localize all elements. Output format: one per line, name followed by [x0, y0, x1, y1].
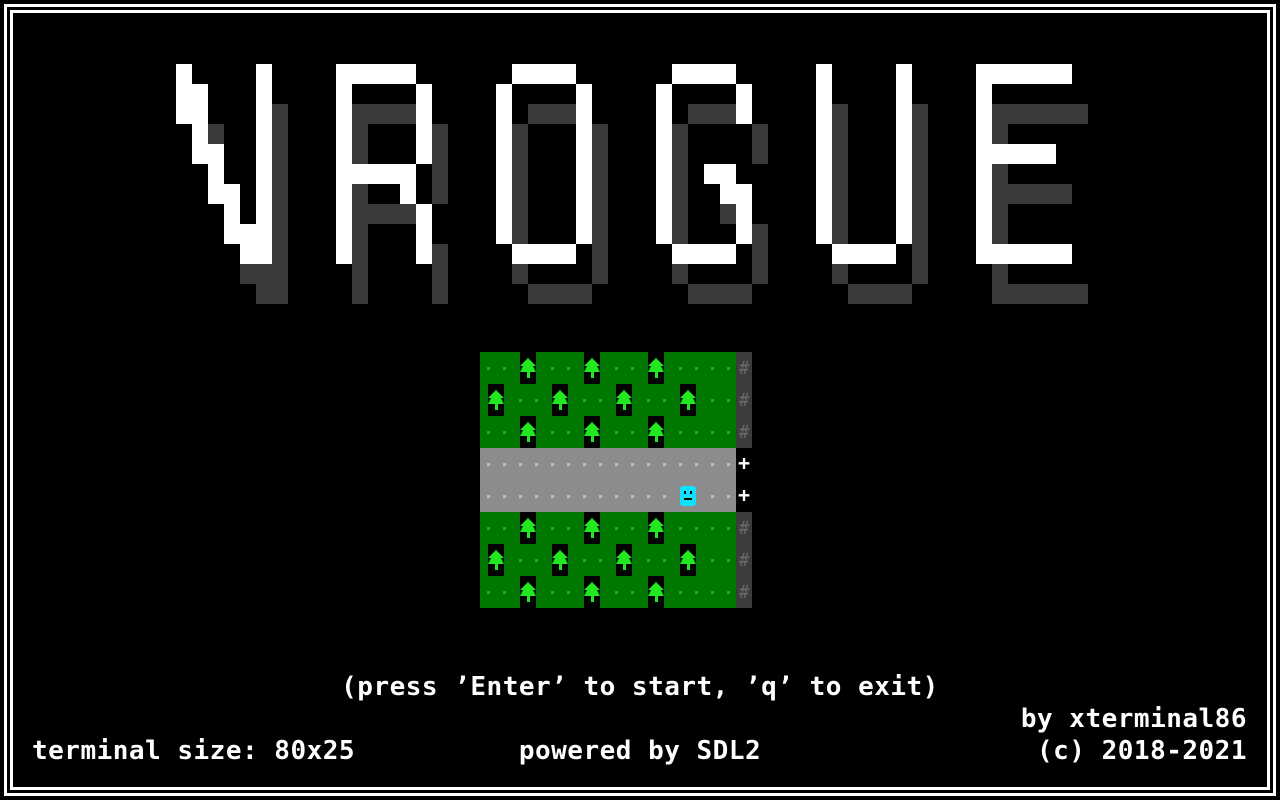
svg-text:+: +: [738, 451, 750, 475]
grass-tile: [480, 352, 512, 384]
tree-icon: [512, 576, 544, 608]
grass-tile: [672, 512, 704, 544]
svg-text:#: #: [739, 390, 750, 411]
author-credit: by xterminal86: [1020, 704, 1247, 734]
logo-letter-r: [336, 64, 448, 304]
game-title-logo: [176, 64, 1088, 304]
wall-tile: #: [736, 352, 752, 384]
grass-tile: [672, 416, 704, 448]
tree-icon: [512, 512, 544, 544]
grass-tile: [640, 544, 672, 576]
svg-text:+: +: [738, 483, 750, 507]
wall-tile: #: [736, 576, 752, 608]
grass-tile: [544, 576, 576, 608]
grass-tile: [608, 416, 640, 448]
road-tile: [704, 448, 736, 480]
tree-icon: [640, 352, 672, 384]
grass-tile: [704, 416, 736, 448]
tree-icon: [512, 352, 544, 384]
grass-tile: [576, 544, 608, 576]
road-tile: [608, 480, 640, 512]
tree-icon: [576, 576, 608, 608]
grass-tile: [704, 512, 736, 544]
wall-tile: #: [736, 384, 752, 416]
wall-tile: #: [736, 544, 752, 576]
road-tile: [608, 448, 640, 480]
grass-tile: [544, 512, 576, 544]
grass-tile: [640, 384, 672, 416]
logo-letter-o: [496, 64, 608, 304]
grass-tile: [704, 576, 736, 608]
road-tile: [512, 448, 544, 480]
logo-letter-e: [976, 64, 1088, 304]
wall-tile: #: [736, 512, 752, 544]
grass-tile: [576, 384, 608, 416]
copyright-label: (c) 2018-2021: [1037, 736, 1247, 766]
grass-tile: [480, 416, 512, 448]
grass-tile: [704, 352, 736, 384]
grass-tile: [544, 416, 576, 448]
grass-tile: [704, 544, 736, 576]
grass-tile: [672, 576, 704, 608]
svg-text:#: #: [739, 358, 750, 379]
start-prompt: (press ’Enter’ to start, ’q’ to exit): [341, 672, 939, 702]
road-tile: [640, 480, 672, 512]
road-tile: [512, 480, 544, 512]
player-icon: [672, 480, 704, 512]
tree-icon: [544, 544, 576, 576]
logo-letter-g: [656, 64, 768, 304]
tree-icon: [672, 544, 704, 576]
svg-text:#: #: [739, 582, 750, 603]
grass-tile: [704, 384, 736, 416]
svg-text:#: #: [739, 518, 750, 539]
road-tile: [544, 480, 576, 512]
grass-tile: [544, 352, 576, 384]
door-tile: +: [738, 483, 750, 507]
tree-icon: [576, 512, 608, 544]
logo-letter-u: [816, 64, 928, 304]
tree-icon: [576, 352, 608, 384]
tree-icon: [512, 416, 544, 448]
tree-icon: [480, 544, 512, 576]
road-tile: [672, 448, 704, 480]
preview-map: # # # + + # # #: [480, 352, 752, 608]
tree-icon: [608, 544, 640, 576]
grass-tile: [608, 576, 640, 608]
svg-text:#: #: [739, 422, 750, 443]
grass-tile: [512, 544, 544, 576]
road-tile: [704, 480, 736, 512]
road-tile: [480, 448, 512, 480]
grass-tile: [608, 512, 640, 544]
road-tile: [480, 480, 512, 512]
svg-text:#: #: [739, 550, 750, 571]
tree-icon: [640, 512, 672, 544]
road-tile: [576, 480, 608, 512]
grass-tile: [672, 352, 704, 384]
tree-icon: [576, 416, 608, 448]
grass-tile: [480, 576, 512, 608]
tree-icon: [640, 576, 672, 608]
tree-icon: [640, 416, 672, 448]
grass-tile: [512, 384, 544, 416]
tree-icon: [608, 384, 640, 416]
road-tile: [640, 448, 672, 480]
tree-icon: [480, 384, 512, 416]
road-tile: [576, 448, 608, 480]
road-tile: [544, 448, 576, 480]
wall-tile: #: [736, 416, 752, 448]
door-tile: +: [738, 451, 750, 475]
grass-tile: [608, 352, 640, 384]
grass-tile: [480, 512, 512, 544]
logo-letter-n: [176, 64, 288, 304]
tree-icon: [672, 384, 704, 416]
tree-icon: [544, 384, 576, 416]
